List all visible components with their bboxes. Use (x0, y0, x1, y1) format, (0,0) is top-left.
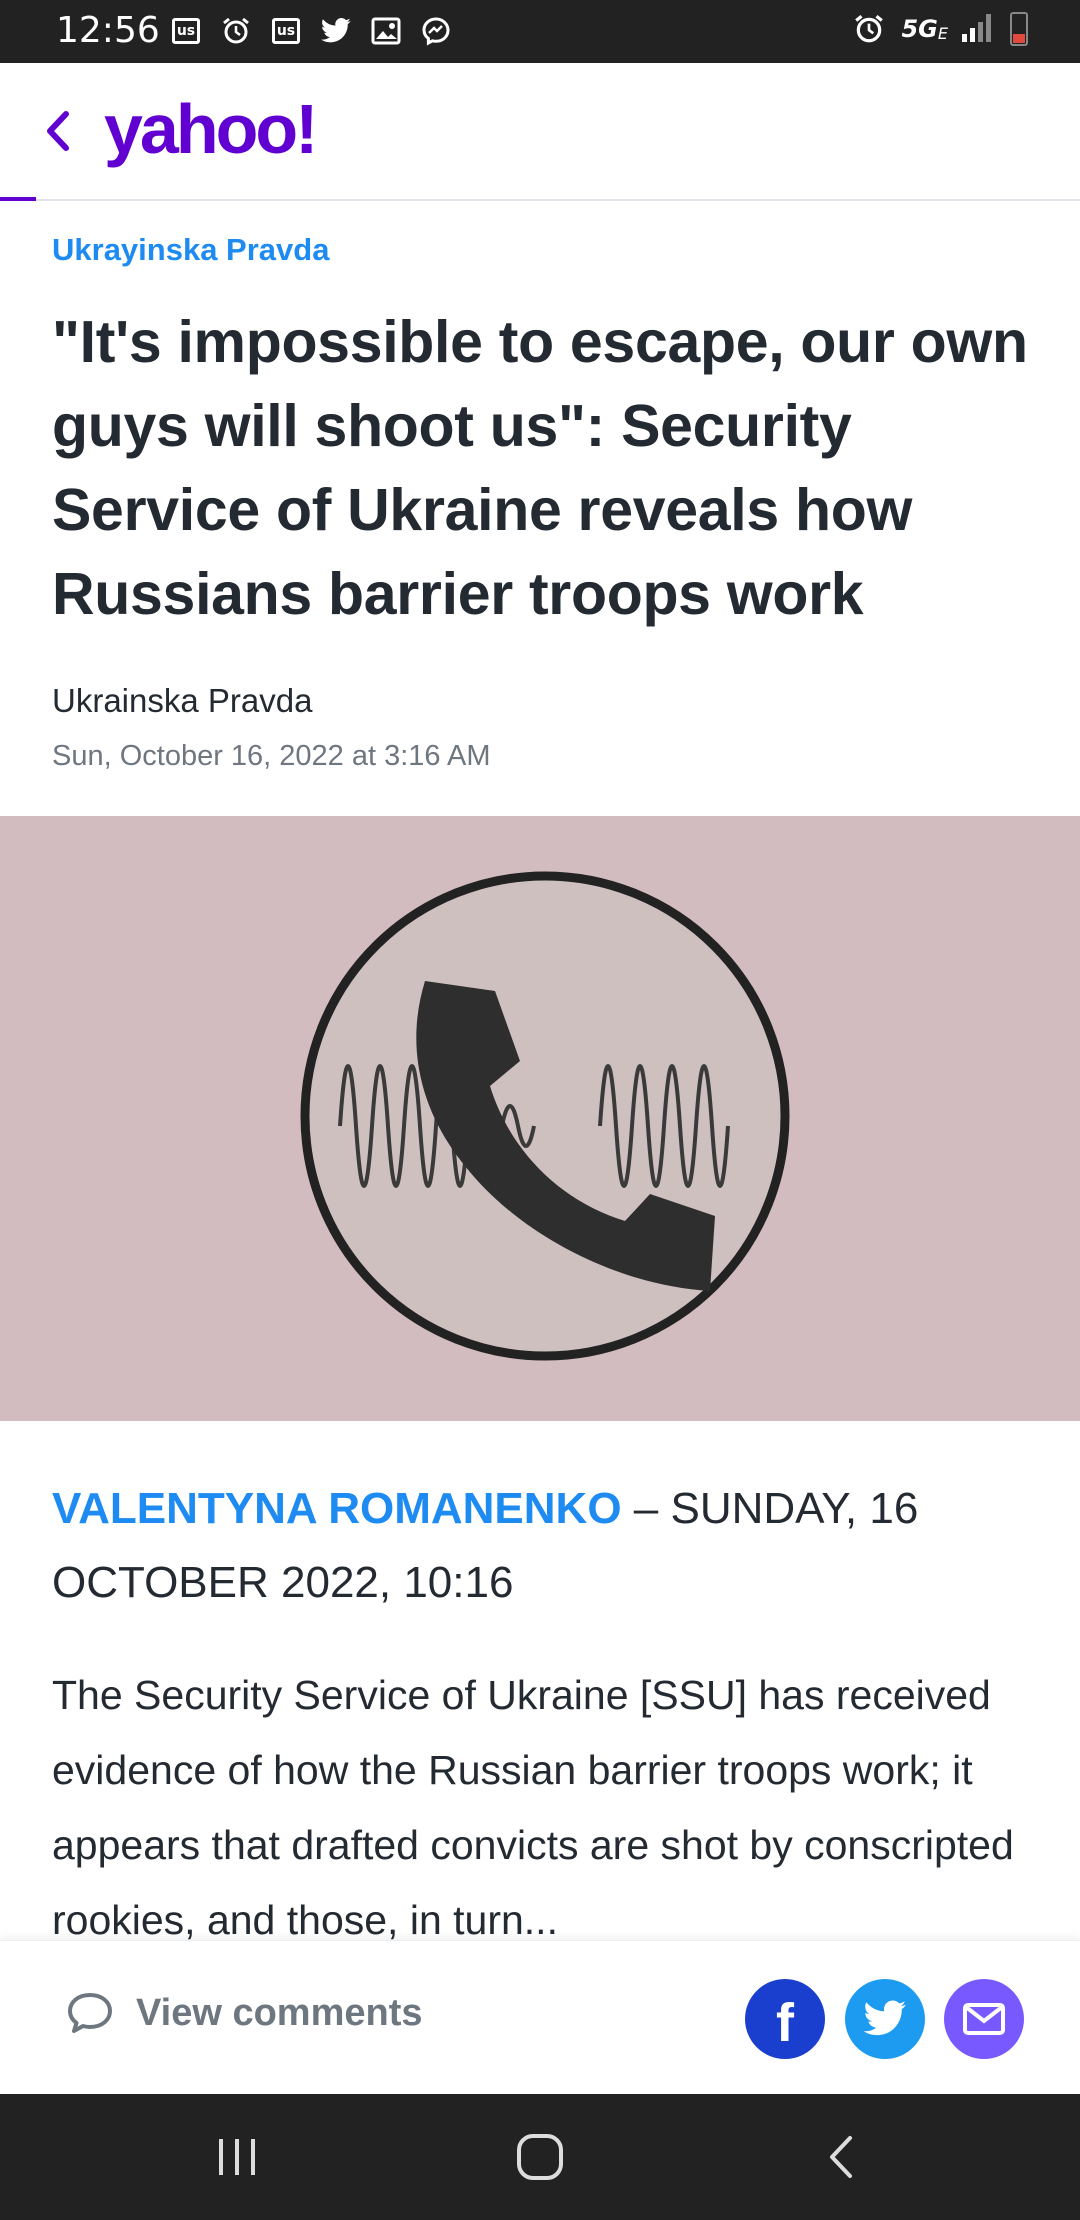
article-date: Sun, October 16, 2022 at 3:16 AM (52, 740, 491, 772)
facebook-icon: f (776, 1993, 794, 2053)
recent-apps-button[interactable] (202, 2124, 272, 2190)
mail-icon (963, 2003, 1005, 2035)
app-header: yahoo! (0, 63, 1080, 201)
system-back-button[interactable] (806, 2124, 876, 2190)
home-icon (517, 2134, 563, 2180)
alarm-icon (218, 14, 254, 48)
battery-icon (1010, 12, 1028, 46)
system-nav-bar (0, 2094, 1080, 2220)
article-headline: "It's impossible to escape, our own guys… (52, 309, 1028, 627)
twitter-icon (863, 2000, 906, 2036)
notification-icons: us us (168, 14, 454, 48)
back-icon (830, 2136, 852, 2178)
network-type: 5G E (901, 15, 948, 43)
article-source: Ukrainska Pravda (52, 682, 313, 719)
gallery-icon (368, 14, 404, 48)
comment-icon (68, 1993, 112, 2033)
view-comments-button[interactable]: View comments (66, 1991, 423, 2035)
twitter-icon (318, 14, 354, 48)
share-email-button[interactable] (944, 1979, 1024, 2059)
article-paragraph: The Security Service of Ukraine [SSU] ha… (52, 1672, 1014, 1940)
share-twitter-button[interactable] (845, 1979, 925, 2059)
article-dateline: VALENTYNA ROMANENKO – SUNDAY, 16 OCTOBER… (52, 1472, 1042, 1620)
back-button[interactable] (30, 103, 86, 159)
view-comments-label: View comments (136, 1991, 423, 2034)
status-time: 12:56 (56, 10, 160, 51)
status-bar: 12:56 us us 5G E (0, 0, 1080, 63)
yahoo-logo[interactable]: yahoo! (104, 90, 344, 173)
alarm-icon (851, 12, 887, 46)
reading-progress (0, 197, 36, 201)
author-link[interactable]: VALENTYNA ROMANENKO (52, 1484, 622, 1533)
chevron-left-icon (47, 111, 69, 151)
system-icons: 5G E (851, 12, 1028, 46)
share-facebook-button[interactable]: f (745, 1979, 825, 2059)
recent-apps-icon (219, 2139, 255, 2175)
messenger-icon (418, 14, 454, 48)
home-button[interactable] (505, 2124, 575, 2190)
us-app-icon: us (268, 14, 304, 48)
article-image[interactable] (0, 816, 1080, 1421)
us-app-icon: us (168, 14, 204, 48)
provider-link[interactable]: Ukrayinska Pravda (52, 232, 329, 268)
yahoo-logo-text: yahoo! (104, 93, 315, 168)
signal-icon (962, 12, 996, 46)
phone-call-illustration (300, 871, 790, 1361)
article-action-bar: View comments f (0, 1940, 1080, 2094)
